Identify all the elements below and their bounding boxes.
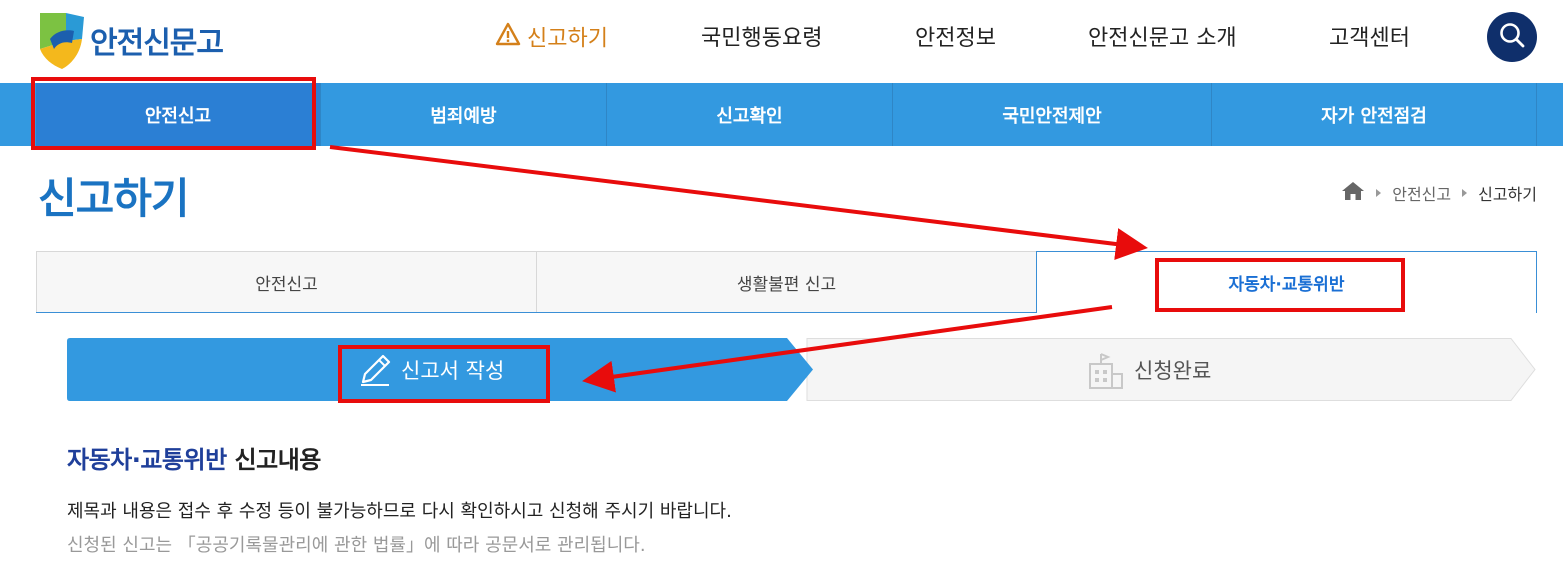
gnb-item-about[interactable]: 안전신문고 소개	[1088, 22, 1237, 56]
breadcrumb-item[interactable]: 안전신고	[1392, 181, 1451, 205]
tab-safety-report[interactable]: 안전신고	[36, 251, 537, 313]
step-label: 신청완료	[1134, 358, 1212, 383]
gnb-item-safety-info[interactable]: 안전정보	[915, 22, 996, 56]
search-icon	[1498, 21, 1526, 53]
section-title-highlight: 자동차·교통위반	[67, 446, 227, 474]
subnav-item-crime-prevention[interactable]: 범죄예방	[321, 83, 607, 146]
breadcrumb: 안전신고 신고하기	[1341, 181, 1537, 205]
subnav-item-report-check[interactable]: 신고확인	[607, 83, 893, 146]
subnav-item-self-check[interactable]: 자가 안전점검	[1212, 83, 1537, 146]
global-nav: 신고하기 국민행동요령 안전정보 안전신문고 소개 고객센터	[0, 22, 1563, 56]
gnb-item-report[interactable]: 신고하기	[495, 22, 608, 57]
section-title: 자동차·교통위반 신고내용	[67, 440, 321, 475]
section-title-rest: 신고내용	[226, 446, 322, 474]
subnav-item-safety-proposal[interactable]: 국민안전제안	[893, 83, 1212, 146]
gnb-label: 신고하기	[527, 26, 608, 52]
tab-living-inconvenience[interactable]: 생활불편 신고	[536, 251, 1037, 313]
gnb-item-action-guide[interactable]: 국민행동요령	[701, 22, 822, 56]
warning-icon	[495, 22, 521, 57]
breadcrumb-separator-icon	[1376, 189, 1382, 197]
annotation-box-step	[338, 345, 550, 403]
annotation-box-subnav	[31, 77, 316, 150]
progress-steps: 신고서 작성 신청완료	[67, 338, 1537, 401]
step-complete: 신청완료	[1086, 338, 1211, 401]
page-title: 신고하기	[38, 174, 190, 223]
building-icon	[1086, 350, 1126, 390]
tab-underline	[36, 312, 1036, 313]
breadcrumb-separator-icon	[1462, 189, 1468, 197]
steps-background	[67, 338, 1536, 401]
notice-secondary: 신청된 신고는 「공공기록물관리에 관한 법률」에 따라 공문서로 관리됩니다.	[67, 535, 646, 556]
notice-primary: 제목과 내용은 접수 후 수정 등이 불가능하므로 다시 확인하시고 신청해 주…	[67, 501, 732, 522]
gnb-item-customer-center[interactable]: 고객센터	[1329, 22, 1410, 56]
site-header: 안전신문고 신고하기 국민행동요령 안전정보 안전신문고 소개 고객센터	[0, 0, 1563, 83]
breadcrumb-current: 신고하기	[1478, 185, 1537, 204]
annotation-box-tab	[1155, 258, 1405, 312]
search-button[interactable]	[1487, 12, 1537, 62]
home-icon[interactable]	[1341, 181, 1365, 205]
